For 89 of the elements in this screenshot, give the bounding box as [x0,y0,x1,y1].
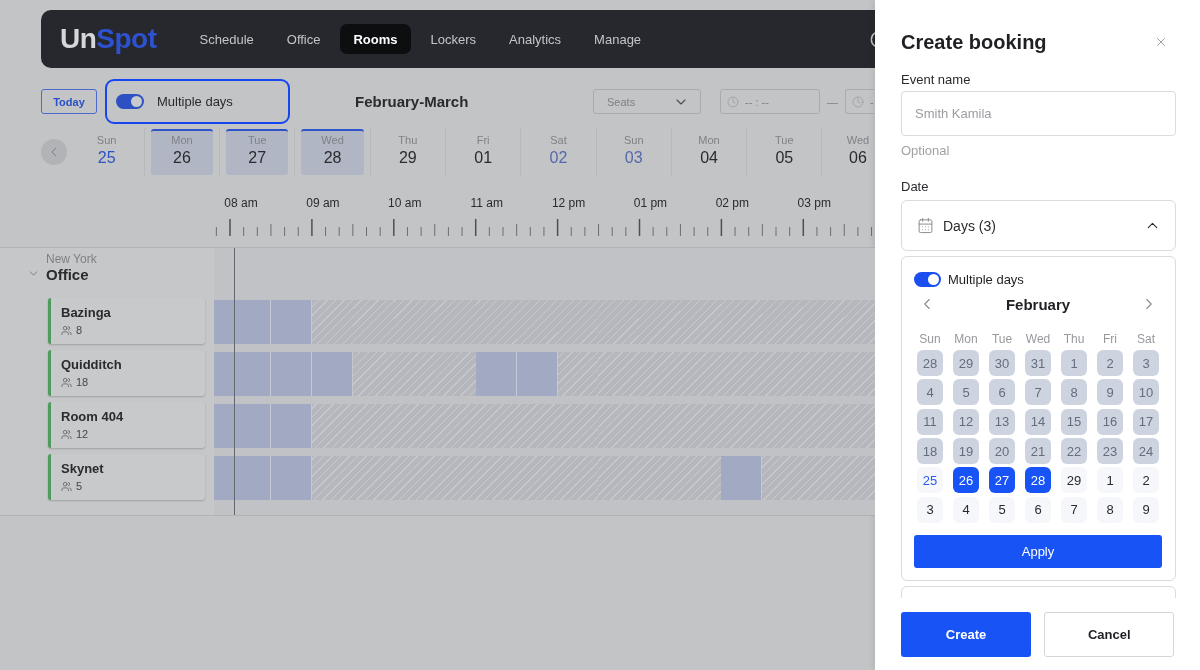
clock-icon [852,95,864,108]
people-icon [61,325,72,336]
room-card[interactable]: Skynet 5 [48,454,205,500]
clock-icon [727,95,739,108]
calendar-day[interactable]: 6 [1025,496,1051,523]
calendar-day[interactable]: 5 [989,496,1015,523]
calendar-day[interactable]: 25 [917,467,943,494]
calendar-day[interactable]: 9 [1133,496,1159,523]
secondary-button[interactable]: Cancel [1044,612,1175,657]
room-card[interactable]: Quidditch 18 [48,350,205,396]
hour-label: 08 am [224,196,258,210]
time-field[interactable]: -- : -- [720,89,820,114]
hour-label: 12 pm [551,196,586,210]
nav-tab[interactable]: Schedule [186,24,267,54]
nav-tab[interactable]: Office [273,24,334,54]
calendar-day[interactable]: 26 [953,467,979,494]
apply-button[interactable]: Apply [914,535,1162,569]
date-tab[interactable]: Tue 05 [753,129,816,175]
nav-tab[interactable]: Lockers [417,24,490,54]
people-icon [61,429,72,440]
people-icon [61,377,72,388]
hour-label: 01 pm [633,196,668,210]
field-label: Event name [901,72,972,88]
event-name-input[interactable]: Smith Kamila [901,91,1176,136]
calendar-icon [917,217,934,234]
room-capacity: 18 [76,376,89,389]
month-title: February [1005,295,1071,313]
logo: UnSpot [60,23,157,55]
date-tab[interactable]: Mon 26 [150,129,214,175]
nav-tab[interactable]: Rooms [340,24,411,54]
calendar-day[interactable]: 7 [1061,496,1087,523]
location-name: Office [46,266,90,284]
calendar-day[interactable]: 29 [1061,467,1087,494]
period-title: February-March [355,93,469,110]
date-tab[interactable]: Wed 28 [301,129,364,175]
date-tab[interactable]: Thu 29 [376,129,439,175]
date-tab[interactable]: Mon 04 [677,129,741,175]
nav-tab[interactable]: Analytics [496,24,575,54]
weekday-label: Fri [1103,332,1117,346]
date-select[interactable]: Days (3) [901,200,1176,251]
room-card[interactable]: Room 404 12 [48,402,205,448]
toggle-switch[interactable] [914,272,941,287]
hour-label: 11 am [470,196,503,210]
hour-label: 10 am [388,196,422,210]
room-name: Skynet [61,461,105,477]
date-tab[interactable]: Fri 01 [452,129,515,175]
weekday-label: Sat [1137,332,1155,346]
date-tab[interactable]: Tue 27 [226,129,289,175]
panel-title: Create booking [901,30,1047,54]
time-separator: — [827,95,838,108]
hour-label: 03 pm [797,196,831,210]
room-capacity: 8 [76,324,83,337]
calendar-day[interactable]: 1 [1097,467,1123,494]
field-label: Date [901,179,930,195]
helper-text: Optional [901,143,951,159]
weekday-label: Wed [1025,332,1051,346]
today-button[interactable]: Today [41,89,97,114]
calendar-day[interactable]: 4 [953,496,979,523]
toggle-label: Multiple days [157,94,233,109]
close-button[interactable] [1154,35,1168,49]
weekday-label: Thu [1063,332,1085,346]
primary-button[interactable]: Create [901,612,1031,657]
calendar-day[interactable]: 2 [1133,467,1159,494]
toggle-switch[interactable] [116,94,144,109]
date-tab[interactable]: Sun 03 [602,129,665,175]
close-icon [1154,35,1168,49]
date-tab[interactable]: Wed 06 [828,129,875,175]
weekday-label: Tue [991,332,1013,346]
weekday-label: Mon [954,332,978,346]
calendar-day[interactable]: 3 [917,496,943,523]
room-name: Bazinga [61,305,112,321]
people-icon [61,481,72,492]
room-name: Quidditch [61,357,123,373]
calendar-day[interactable]: 8 [1097,496,1123,523]
calendar-day[interactable]: 28 [1025,467,1051,494]
room-card[interactable]: Bazinga 8 [48,298,205,344]
calendar-day[interactable]: 27 [989,467,1015,494]
room-capacity: 12 [76,428,89,441]
date-tab[interactable]: Sat 02 [527,129,590,175]
toggle-label: Multiple days [948,272,1024,287]
ring-icon[interactable] [870,31,875,47]
nav-tab[interactable]: Manage [581,24,655,54]
hour-label: 09 am [306,196,340,210]
date-tab[interactable]: Sun 25 [75,129,138,175]
hour-label: 02 pm [715,196,749,210]
room-capacity: 5 [76,480,83,493]
location-city: New York [46,252,97,266]
room-name: Room 404 [61,409,125,425]
weekday-label: Sun [919,332,941,346]
